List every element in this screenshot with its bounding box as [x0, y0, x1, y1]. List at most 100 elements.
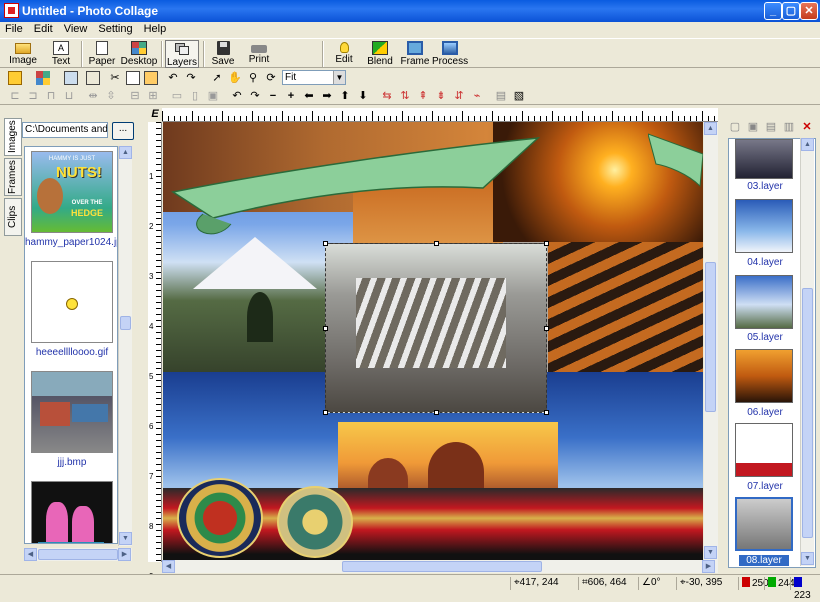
- image-button[interactable]: Image: [6, 40, 40, 68]
- zoom-icon[interactable]: ⚲: [246, 71, 260, 85]
- zoom-in-icon[interactable]: +: [284, 89, 298, 103]
- green-banner[interactable]: [163, 130, 543, 240]
- resize-handle[interactable]: [544, 410, 549, 415]
- blend-button[interactable]: Blend: [364, 40, 396, 68]
- same-size-icon[interactable]: ▣: [206, 89, 220, 103]
- minimize-button[interactable]: _: [764, 2, 782, 20]
- thumbnail-gif[interactable]: [31, 261, 113, 343]
- canvas-vscrollbar[interactable]: ▲ ▼: [704, 122, 718, 560]
- folder-path-input[interactable]: C:\Documents and S: [22, 122, 108, 138]
- layers-button[interactable]: Layers: [165, 40, 199, 68]
- menu-setting[interactable]: Setting: [93, 22, 138, 35]
- photo-terraces[interactable]: [548, 242, 703, 372]
- frame-button[interactable]: Frame: [400, 40, 430, 68]
- antenna-icon[interactable]: ⌁: [470, 89, 484, 103]
- thumbnail-clip[interactable]: [31, 481, 113, 543]
- scroll-thumb[interactable]: [705, 262, 716, 412]
- same-height-icon[interactable]: ▯: [188, 89, 202, 103]
- layer-thumb-04[interactable]: [735, 199, 793, 253]
- scroll-down-icon[interactable]: ▼: [704, 546, 717, 559]
- layer-label[interactable]: 07.layer: [729, 481, 801, 492]
- arrow-left-icon[interactable]: ⬅: [302, 89, 316, 103]
- hscroll-thumb[interactable]: [38, 549, 118, 560]
- maximize-button[interactable]: ▢: [782, 2, 800, 20]
- process-button[interactable]: Process: [432, 40, 468, 68]
- redo-icon[interactable]: ↷: [184, 71, 198, 85]
- monitor-icon[interactable]: [64, 71, 78, 85]
- page-icon[interactable]: [86, 71, 100, 85]
- scroll-thumb[interactable]: [802, 288, 813, 538]
- layer-delete-icon[interactable]: ✕: [800, 120, 814, 134]
- scroll-up-icon[interactable]: ▲: [119, 146, 132, 159]
- same-width-icon[interactable]: ▭: [170, 89, 184, 103]
- rotate-left-icon[interactable]: ↶: [230, 89, 244, 103]
- arrow-right-icon[interactable]: ➡: [320, 89, 334, 103]
- collage-canvas[interactable]: [163, 122, 703, 560]
- undo-icon[interactable]: ↶: [166, 71, 180, 85]
- pointer-icon[interactable]: ➚: [210, 71, 224, 85]
- zoom-out-icon[interactable]: −: [266, 89, 280, 103]
- save-button[interactable]: Save: [208, 40, 238, 68]
- center-horizontal-icon[interactable]: ⊟: [128, 89, 142, 103]
- arrow-up-icon[interactable]: ⬆: [338, 89, 352, 103]
- paper-button[interactable]: Paper: [86, 40, 118, 68]
- thumbnail-bmp[interactable]: [31, 371, 113, 453]
- bring-forward-icon[interactable]: ⇞: [416, 89, 430, 103]
- copy-icon[interactable]: [126, 71, 140, 85]
- layer-label[interactable]: 06.layer: [729, 407, 801, 418]
- open-folder-icon[interactable]: [8, 71, 22, 85]
- scroll-right-icon[interactable]: ▶: [702, 560, 715, 573]
- close-button[interactable]: ✕: [800, 2, 818, 20]
- image-list-hscrollbar[interactable]: ◀ ▶: [24, 548, 132, 561]
- scroll-down-icon[interactable]: ▼: [801, 552, 814, 565]
- align-center-icon[interactable]: ⊐: [26, 89, 40, 103]
- ruler-corner[interactable]: E: [148, 108, 162, 122]
- resize-handle[interactable]: [434, 410, 439, 415]
- layer-label[interactable]: 03.layer: [729, 181, 801, 192]
- align-left-icon[interactable]: ⊏: [8, 89, 22, 103]
- scroll-up-icon[interactable]: ▲: [704, 122, 717, 135]
- scroll-up-icon[interactable]: ▲: [801, 138, 814, 151]
- scroll-thumb[interactable]: [120, 316, 131, 330]
- sort-icon[interactable]: ⇵: [452, 89, 466, 103]
- space-vertical-icon[interactable]: ⇳: [104, 89, 118, 103]
- resize-handle[interactable]: [323, 241, 328, 246]
- paste-icon[interactable]: [144, 71, 158, 85]
- edit-button[interactable]: Edit: [330, 40, 358, 68]
- resize-handle[interactable]: [323, 410, 328, 415]
- layer-thumb-03[interactable]: [735, 139, 793, 179]
- arrow-down-icon[interactable]: ⬇: [356, 89, 370, 103]
- flip-horizontal-icon[interactable]: ⇆: [380, 89, 394, 103]
- menu-help[interactable]: Help: [139, 22, 173, 35]
- ungroup-icon[interactable]: ▧: [512, 89, 526, 103]
- layer-thumb-07[interactable]: [735, 423, 793, 477]
- layer-up-icon[interactable]: ▤: [764, 120, 778, 134]
- grid-icon[interactable]: [36, 71, 50, 85]
- send-backward-icon[interactable]: ⇟: [434, 89, 448, 103]
- resize-handle[interactable]: [544, 241, 549, 246]
- space-horizontal-icon[interactable]: ⇹: [86, 89, 100, 103]
- hscroll-thumb[interactable]: [342, 561, 542, 572]
- layer-label-selected[interactable]: 08.layer: [739, 555, 789, 566]
- scroll-right-icon[interactable]: ▶: [118, 548, 131, 561]
- layer-down-icon[interactable]: ▥: [782, 120, 796, 134]
- menu-edit[interactable]: Edit: [29, 22, 59, 35]
- text-button[interactable]: A Text: [46, 40, 76, 68]
- layer-new-icon[interactable]: ▢: [728, 120, 742, 134]
- photo-selected-skewers[interactable]: [323, 241, 549, 415]
- group-icon[interactable]: ▤: [494, 89, 508, 103]
- browse-button[interactable]: ...: [112, 122, 134, 140]
- print-button[interactable]: Print: [244, 40, 274, 68]
- layers-scrollbar[interactable]: ▲ ▼: [800, 138, 814, 566]
- layer-label[interactable]: 04.layer: [729, 257, 801, 268]
- scroll-down-icon[interactable]: ▼: [119, 532, 132, 545]
- resize-handle[interactable]: [434, 241, 439, 246]
- flip-vertical-icon[interactable]: ⇅: [398, 89, 412, 103]
- tab-images[interactable]: Images: [4, 118, 22, 156]
- thumbnail-hammy[interactable]: HAMMY IS JUST NUTS! OVER THE HEDGE: [31, 151, 113, 233]
- menu-file[interactable]: File: [0, 22, 29, 35]
- align-top-icon[interactable]: ⊔: [62, 89, 76, 103]
- canvas-hscrollbar[interactable]: ◀ ▶: [162, 560, 718, 573]
- layer-label[interactable]: 05.layer: [729, 332, 801, 343]
- layer-copy-icon[interactable]: ▣: [746, 120, 760, 134]
